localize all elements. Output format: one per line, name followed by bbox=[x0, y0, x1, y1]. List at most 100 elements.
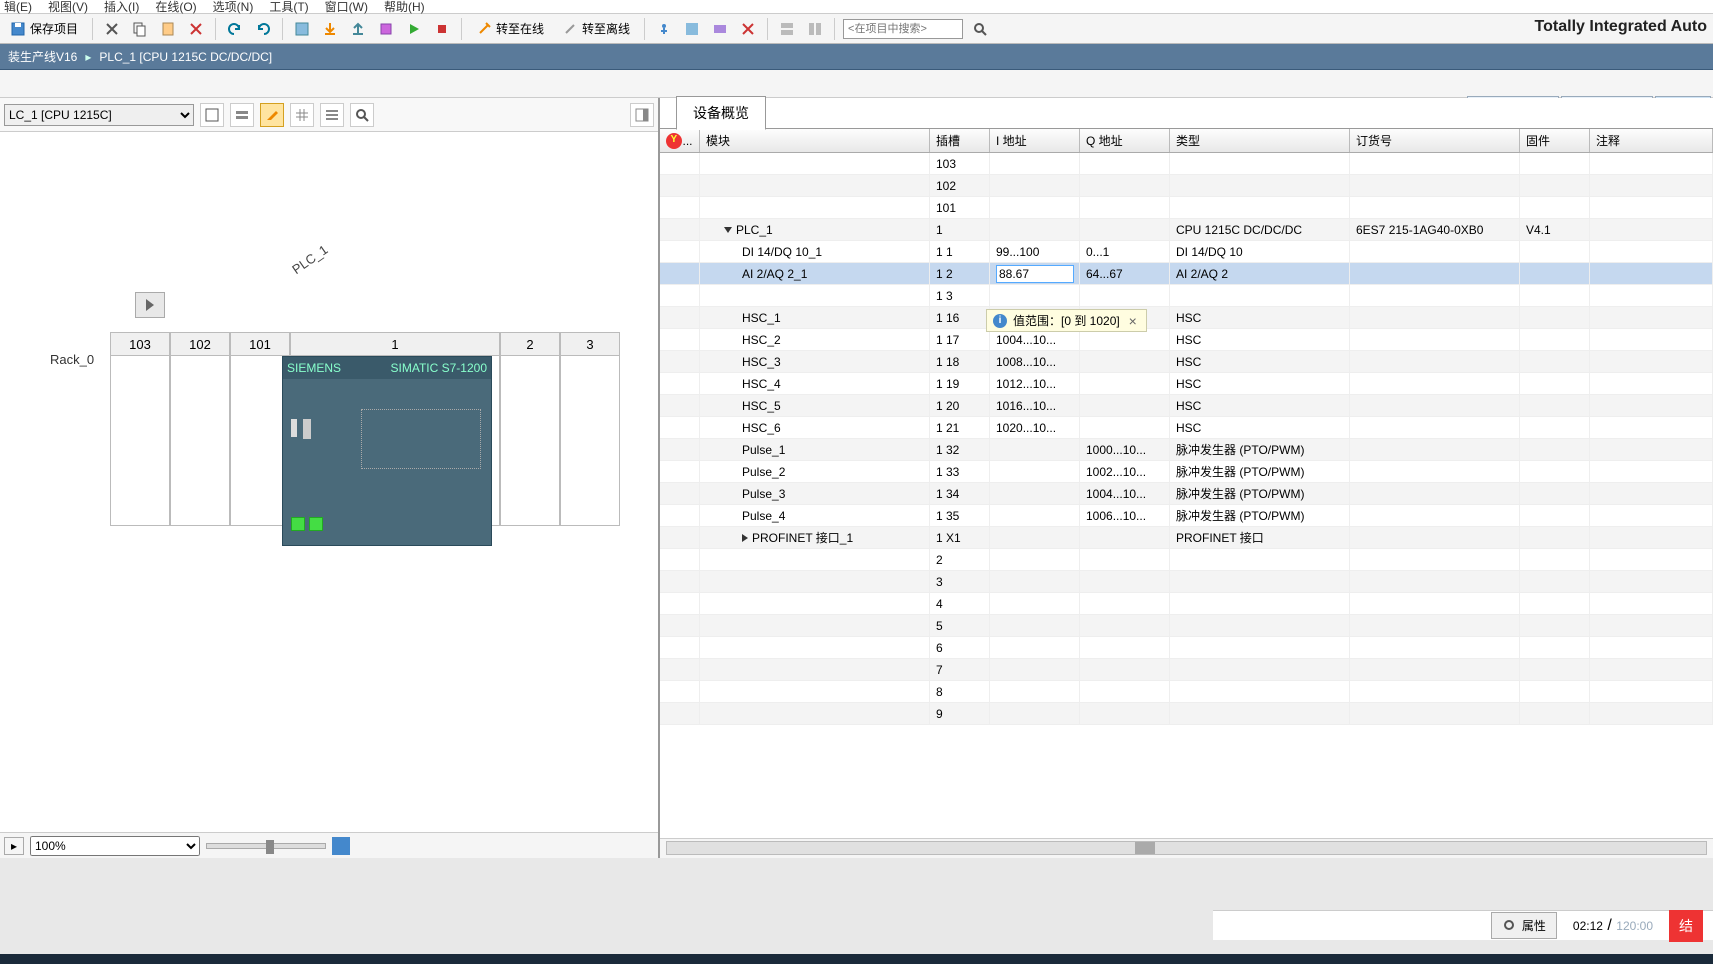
split-v-button[interactable] bbox=[804, 18, 826, 40]
copy-button[interactable] bbox=[129, 18, 151, 40]
table-row[interactable]: Pulse_31 341004...10...脉冲发生器 (PTO/PWM) bbox=[660, 483, 1713, 505]
table-row[interactable]: 8 bbox=[660, 681, 1713, 703]
table-row[interactable]: HSC_41 191012...10...HSC bbox=[660, 373, 1713, 395]
go-offline-button[interactable]: 转至离线 bbox=[556, 18, 636, 40]
menu-tools[interactable]: 工具(T) bbox=[269, 0, 308, 15]
table-row[interactable]: 6 bbox=[660, 637, 1713, 659]
table-row[interactable]: DI 14/DQ 10_11 199...1000...1DI 14/DQ 10 bbox=[660, 241, 1713, 263]
col-note[interactable]: 注释 bbox=[1590, 129, 1713, 152]
expand-arrow-icon[interactable] bbox=[724, 227, 732, 233]
search-button[interactable] bbox=[969, 18, 991, 40]
table-row[interactable]: 101 bbox=[660, 197, 1713, 219]
breadcrumb-device[interactable]: PLC_1 [CPU 1215C DC/DC/DC] bbox=[99, 50, 272, 64]
edit-mode-button[interactable] bbox=[260, 103, 284, 127]
slot-103[interactable] bbox=[110, 356, 170, 526]
col-module[interactable]: 模块 bbox=[700, 129, 930, 152]
col-type[interactable]: 类型 bbox=[1170, 129, 1350, 152]
stop-button[interactable] bbox=[431, 18, 453, 40]
col-firmware[interactable]: 固件 bbox=[1520, 129, 1590, 152]
ethernet-port-2[interactable] bbox=[309, 517, 323, 531]
overview-button[interactable] bbox=[332, 837, 350, 855]
table-row[interactable]: HSC_21 171004...10...HSC bbox=[660, 329, 1713, 351]
end-button[interactable]: 结 bbox=[1669, 910, 1703, 942]
expand-arrow-icon[interactable] bbox=[742, 534, 748, 542]
download-button[interactable] bbox=[319, 18, 341, 40]
slot-102[interactable] bbox=[170, 356, 230, 526]
table-row[interactable]: 4 bbox=[660, 593, 1713, 615]
collapse-right-button[interactable] bbox=[630, 103, 654, 127]
table-row[interactable]: 3 bbox=[660, 571, 1713, 593]
col-order[interactable]: 订货号 bbox=[1350, 129, 1520, 152]
slot-2[interactable] bbox=[500, 356, 560, 526]
accessible-button[interactable] bbox=[653, 18, 675, 40]
table-row[interactable]: Pulse_11 321000...10...脉冲发生器 (PTO/PWM) bbox=[660, 439, 1713, 461]
table-row[interactable]: HSC_61 211020...10...HSC bbox=[660, 417, 1713, 439]
col-slot[interactable]: 插槽 bbox=[930, 129, 990, 152]
table-row[interactable]: Pulse_41 351006...10...脉冲发生器 (PTO/PWM) bbox=[660, 505, 1713, 527]
table-row[interactable]: HSC_11 161000...10...HSC bbox=[660, 307, 1713, 329]
slot-3[interactable] bbox=[560, 356, 620, 526]
table-row[interactable]: 103 bbox=[660, 153, 1713, 175]
zoom-slider[interactable] bbox=[206, 843, 326, 849]
expand-rack-button[interactable] bbox=[135, 292, 165, 318]
list-button[interactable] bbox=[320, 103, 344, 127]
table-row[interactable]: Pulse_21 331002...10...脉冲发生器 (PTO/PWM) bbox=[660, 461, 1713, 483]
menu-options[interactable]: 选项(N) bbox=[213, 0, 254, 15]
tooltip-close-button[interactable]: × bbox=[1126, 314, 1140, 328]
properties-button[interactable]: 属性 bbox=[1491, 912, 1557, 939]
ethernet-port-1[interactable] bbox=[291, 517, 305, 531]
undo-button[interactable] bbox=[224, 18, 246, 40]
table-row[interactable]: HSC_31 181008...10...HSC bbox=[660, 351, 1713, 373]
zoom-selector[interactable]: 100% bbox=[30, 836, 200, 856]
cut-button[interactable] bbox=[101, 18, 123, 40]
project-search-input[interactable] bbox=[843, 19, 963, 39]
menu-insert[interactable]: 插入(I) bbox=[104, 0, 139, 15]
col-iaddr[interactable]: I 地址 bbox=[990, 129, 1080, 152]
table-row[interactable]: 2 bbox=[660, 549, 1713, 571]
table-row[interactable]: 7 bbox=[660, 659, 1713, 681]
table-row[interactable]: 9 bbox=[660, 703, 1713, 725]
menu-edit[interactable]: 辑(E) bbox=[4, 0, 32, 15]
cell-iaddr[interactable] bbox=[990, 263, 1080, 284]
table-row[interactable]: PLC_11CPU 1215C DC/DC/DC6ES7 215-1AG40-0… bbox=[660, 219, 1713, 241]
table-row[interactable]: 5 bbox=[660, 615, 1713, 637]
table-row[interactable]: AI 2/AQ 2_11 264...67AI 2/AQ 2 bbox=[660, 263, 1713, 285]
col-qaddr[interactable]: Q 地址 bbox=[1080, 129, 1170, 152]
plc-device[interactable]: SIEMENS SIMATIC S7-1200 bbox=[282, 356, 492, 546]
grid-button[interactable] bbox=[290, 103, 314, 127]
menu-help[interactable]: 帮助(H) bbox=[384, 0, 425, 15]
breadcrumb-project[interactable]: 装生产线V16 bbox=[8, 48, 77, 65]
horizontal-scrollbar[interactable] bbox=[666, 841, 1707, 855]
grid-body[interactable]: 103102101PLC_11CPU 1215C DC/DC/DC6ES7 21… bbox=[660, 153, 1713, 833]
device-selector[interactable]: LC_1 [CPU 1215C] bbox=[4, 104, 194, 126]
menu-window[interactable]: 窗口(W) bbox=[325, 0, 368, 15]
table-row[interactable]: HSC_51 201016...10...HSC bbox=[660, 395, 1713, 417]
split-h-button[interactable] bbox=[776, 18, 798, 40]
delete-button[interactable] bbox=[185, 18, 207, 40]
scroll-right-button[interactable]: ▸ bbox=[4, 837, 24, 855]
zoom-button[interactable] bbox=[350, 103, 374, 127]
paste-button[interactable] bbox=[157, 18, 179, 40]
table-row[interactable]: PROFINET 接口_11 X1PROFINET 接口 bbox=[660, 527, 1713, 549]
device-canvas[interactable]: PLC_1 Rack_0 103 102 101 1 2 3 bbox=[0, 132, 658, 832]
simulate-button[interactable] bbox=[375, 18, 397, 40]
crossref-button[interactable] bbox=[681, 18, 703, 40]
menu-view[interactable]: 视图(V) bbox=[48, 0, 88, 15]
devices-button[interactable] bbox=[709, 18, 731, 40]
redo-button[interactable] bbox=[252, 18, 274, 40]
save-project-button[interactable]: 保存项目 bbox=[4, 18, 84, 40]
start-button[interactable] bbox=[403, 18, 425, 40]
zoom-fit-button[interactable] bbox=[200, 103, 224, 127]
col-status[interactable]: ... bbox=[660, 129, 700, 152]
slot-101[interactable] bbox=[230, 356, 290, 526]
i-address-input[interactable] bbox=[996, 265, 1074, 283]
table-row[interactable]: 102 bbox=[660, 175, 1713, 197]
device-overview-tab[interactable]: 设备概览 bbox=[676, 96, 766, 130]
upload-button[interactable] bbox=[347, 18, 369, 40]
go-online-button[interactable]: 转至在线 bbox=[470, 18, 550, 40]
compile-button[interactable] bbox=[291, 18, 313, 40]
table-row[interactable]: 1 3 bbox=[660, 285, 1713, 307]
show-labels-button[interactable] bbox=[230, 103, 254, 127]
menu-online[interactable]: 在线(O) bbox=[155, 0, 196, 15]
close-button[interactable] bbox=[737, 18, 759, 40]
